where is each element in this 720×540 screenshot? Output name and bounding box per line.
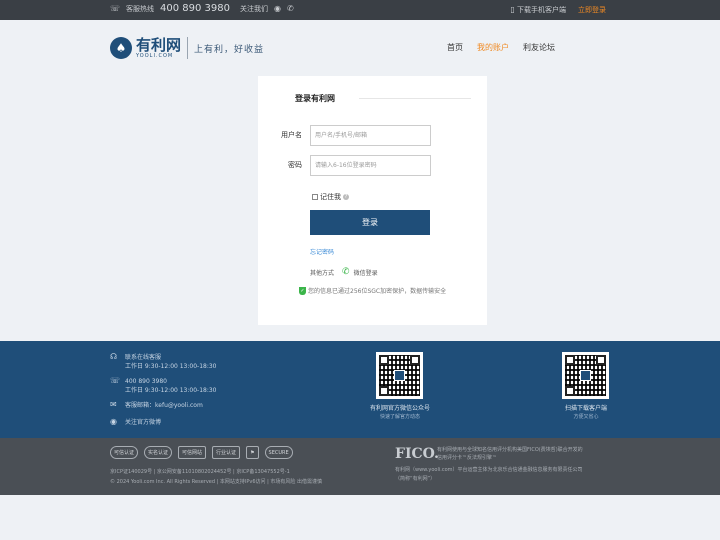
phone-icon: ☏ [110,3,121,13]
fico-logo: FICO. [395,446,439,462]
weibo-item[interactable]: ◉ 关注官方微博 [110,418,161,427]
title-divider [359,98,471,99]
app-download-label: 下载手机客户端 [517,6,566,14]
copyright: 京ICP证140029号 | 京公网安备11010802024452号 | 京I… [110,467,322,487]
qr-logo-icon [580,370,591,381]
logo-text: 有利网 [136,35,182,54]
footer-phone-hours: 工作日 9:30-12:00 13:00-18:30 [125,387,217,394]
help-icon[interactable]: ? [343,194,349,200]
trust-badge-1[interactable]: 可信认证 [110,446,139,459]
copyright-line: © 2024 Yooli.com Inc. All Rights Reserve… [110,479,322,485]
wechat-icon[interactable]: ✆ [287,4,294,13]
top-bar-left: ☏ 客服热线 400 890 3980 关注我们 ◉ ✆ [110,3,294,14]
wechat-qr-title: 有利网官方微信公众号 [369,405,430,412]
trust-badge-2[interactable]: 实名认证 [144,446,173,459]
wechat-qr-subtitle: 快速了解官方动态 [379,414,420,420]
fico-description: 有利网使用与全球知名信用评分机构美国FICO(费埃哲)联合开发的信用评分卡™反法… [437,447,583,461]
top-bar-right: ▯ 下载手机客户端 立即登录 [510,5,606,15]
follow-us-link[interactable]: 关注我们 [240,4,268,14]
app-qr-caption: 扫描下载客户端 方便又省心 [531,404,641,422]
username-label: 用户名 [281,131,302,139]
security-note-text: 您的信息已通过256位SGC加密保护，数据传输安全 [308,288,447,295]
footer-weibo: 关注官方微博 [125,419,162,426]
forgot-password-link[interactable]: 忘记密码 [310,247,334,256]
nav-item-forum[interactable]: 利友论坛 [523,42,555,53]
app-qr-title: 扫描下载客户端 [564,405,607,412]
weibo-icon: ◉ [110,417,117,426]
wechat-qr-caption: 有利网官方微信公众号 快速了解官方动态 [345,404,455,422]
icp-line: 京ICP证140029号 | 京公网安备11010802024452号 | 京I… [110,469,290,475]
wechat-login-icon[interactable]: ✆ [342,267,350,277]
remember-label[interactable]: 记住我 [320,192,341,202]
secure-badge[interactable]: SECURE [264,446,293,459]
app-download-link[interactable]: ▯ 下载手机客户端 [510,5,566,15]
wechat-qr-code [376,352,423,399]
remember-checkbox[interactable] [312,194,318,200]
security-note: ✓ 您的信息已通过256位SGC加密保护，数据传输安全 [299,286,446,295]
app-qr-subtitle: 方便又省心 [573,414,599,420]
main-nav: 首页 我的账户 利友论坛 [447,42,555,53]
hotline-label: 客服热线 [126,4,155,13]
site-logo[interactable]: ♠ 有利网 YOOLI.COM 上有利，好收益 [110,37,264,59]
mobile-icon: ▯ [510,5,515,14]
top-bar: ☏ 客服热线 400 890 3980 关注我们 ◉ ✆ ▯ 下载手机客户端 立… [0,0,720,20]
headset-icon: ☊ [110,352,118,361]
other-login-methods: 其他方式 ✆ 微信登录 [310,267,378,277]
site-header: ♠ 有利网 YOOLI.COM 上有利，好收益 首页 我的账户 利友论坛 [0,20,720,76]
online-service-label: 联系在线客服 [125,354,162,361]
slogan: 上有利，好收益 [194,44,265,55]
phone-item: ☏ 400 890 3980 工作日 9:30-12:00 13:00-18:3… [110,377,217,395]
trust-badge-3[interactable]: 可信网站 [178,446,207,459]
online-service-item[interactable]: ☊ 联系在线客服 工作日 9:30-12:00 13:00-18:30 [110,353,217,371]
certification-badges: 可信认证 实名认证 可信网站 行业认证 ⚑ SECURE [110,446,293,459]
trust-badge-4[interactable]: 行业认证 [212,446,241,459]
footer-contact: ☊ 联系在线客服 工作日 9:30-12:00 13:00-18:30 ☏ 40… [0,341,720,438]
nav-item-my-account[interactable]: 我的账户 [477,42,509,53]
phone-icon: ☏ [110,376,121,385]
footer-email: 客服邮箱：kefu@yooli.com [125,402,203,409]
footer-phone: 400 890 3980 [125,378,167,385]
footer-legal: 可信认证 实名认证 可信网站 行业认证 ⚑ SECURE 京ICP证140029… [0,438,720,495]
online-service-hours: 工作日 9:30-12:00 13:00-18:30 [125,363,217,370]
wechat-login-link[interactable]: 微信登录 [354,268,378,277]
email-item[interactable]: ✉ 客服邮箱：kefu@yooli.com [110,401,203,410]
mail-icon: ✉ [110,400,117,409]
page-bottom [0,495,720,540]
hotline-number: 400 890 3980 [160,3,230,14]
logo-divider [187,37,189,59]
nav-item-home[interactable]: 首页 [447,42,463,53]
password-input[interactable] [310,155,431,176]
logo-mark-icon: ♠ [110,37,132,59]
login-button[interactable]: 登录 [310,210,430,235]
app-qr-code [562,352,609,399]
login-title: 登录有利网 [295,94,335,103]
login-card: 登录有利网 用户名 密码 记住我 ? 登录 忘记密码 其他方式 ✆ 微信登录 ✓… [258,76,487,325]
police-badge-icon[interactable]: ⚑ [246,446,259,459]
remember-me: 记住我 ? [312,192,349,202]
other-methods-label: 其他方式 [310,269,335,277]
qr-logo-icon [394,370,405,381]
weibo-icon[interactable]: ◉ [274,4,281,13]
login-now-link[interactable]: 立即登录 [578,5,606,15]
site-operator-text: 有利网（www.yooli.com）平台运营主体为北京乐合信通金融信息服务有限责… [395,467,583,482]
username-input[interactable] [310,125,431,146]
password-label: 密码 [288,161,302,169]
shield-icon: ✓ [299,286,306,295]
